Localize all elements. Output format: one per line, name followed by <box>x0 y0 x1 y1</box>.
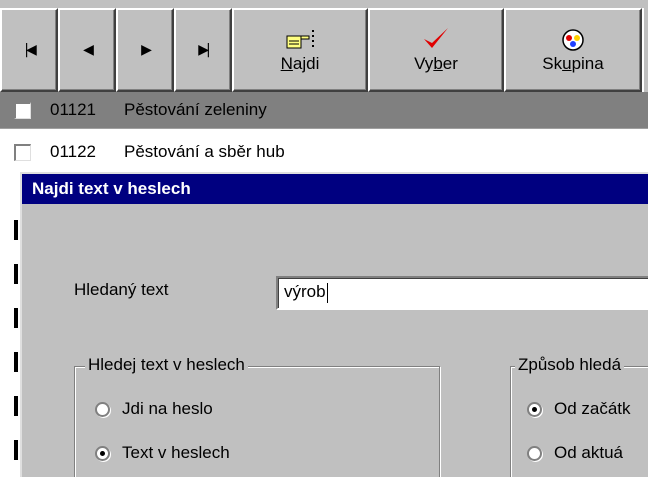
previous-record-icon: ◀ <box>83 42 94 58</box>
search-method-group: Způsob hledá Od začátk Od aktuá <box>510 355 648 477</box>
first-record-button[interactable]: |◀ <box>0 8 58 92</box>
row-checkbox[interactable] <box>14 143 31 161</box>
row-code: 01122 <box>50 142 97 161</box>
row-name: Pěstování a sběr hub <box>124 142 285 161</box>
search-input-value: výrob <box>284 282 326 301</box>
text-caret <box>326 282 328 303</box>
row-checkbox-stub <box>14 308 18 328</box>
radio-button[interactable] <box>527 401 542 417</box>
radio-label: Text v heslech <box>122 443 230 462</box>
radio-od-zacatku[interactable]: Od začátk <box>527 399 631 419</box>
row-name: Pěstování zeleniny <box>124 100 267 119</box>
dialog-title: Najdi text v heslech <box>32 179 191 198</box>
row-divider <box>0 128 648 129</box>
radio-text-v-heslech[interactable]: Text v heslech <box>95 443 230 463</box>
vyber-button[interactable]: Vyber <box>368 8 504 92</box>
last-record-icon: ▶| <box>198 42 211 58</box>
next-record-icon: ▶ <box>141 42 152 58</box>
najdi-button[interactable]: Najdi <box>232 8 368 92</box>
radio-button[interactable] <box>95 445 110 461</box>
radio-button[interactable] <box>95 401 110 417</box>
radio-label: Jdi na heslo <box>122 399 213 418</box>
last-record-button[interactable]: ▶| <box>174 8 232 92</box>
row-checkbox-stub <box>14 396 18 416</box>
pointing-hand-icon <box>285 26 315 52</box>
search-method-legend: Způsob hledá <box>515 355 625 375</box>
radio-od-aktualniho[interactable]: Od aktuá <box>527 443 623 463</box>
row-checkbox-stub <box>14 440 18 460</box>
row-checkbox[interactable] <box>14 101 31 119</box>
toolbar-edge <box>642 8 648 92</box>
radio-jdi-na-heslo[interactable]: Jdi na heslo <box>95 399 213 419</box>
search-label: Hledaný text <box>74 280 169 299</box>
group-icon <box>560 26 586 52</box>
row-checkbox-stub <box>14 264 18 284</box>
row-code: 01121 <box>50 100 97 119</box>
search-mode-legend: Hledej text v heslech <box>85 355 248 375</box>
vyber-label: Vyber <box>414 54 458 73</box>
row-checkbox-stub <box>14 352 18 372</box>
list-item[interactable]: 01121 Pěstování zeleniny <box>0 92 648 128</box>
toolbar: |◀ ◀ ▶ ▶| Najdi Vyber Skupina <box>0 0 648 92</box>
list-item[interactable]: 01122 Pěstování a sběr hub <box>0 134 648 170</box>
radio-button[interactable] <box>527 445 542 461</box>
skupina-label: Skupina <box>542 54 604 73</box>
search-mode-group: Hledej text v heslech Jdi na heslo Text … <box>74 355 440 477</box>
radio-label: Od aktuá <box>554 443 623 462</box>
next-record-button[interactable]: ▶ <box>116 8 174 92</box>
previous-record-button[interactable]: ◀ <box>58 8 116 92</box>
najdi-label: Najdi <box>280 54 320 73</box>
skupina-button[interactable]: Skupina <box>504 8 642 92</box>
checkmark-icon <box>421 26 451 52</box>
dialog-titlebar[interactable]: Najdi text v heslech <box>22 174 648 204</box>
first-record-icon: |◀ <box>24 42 37 58</box>
find-dialog: Najdi text v heslech Hledaný text výrob … <box>20 172 648 477</box>
radio-label: Od začátk <box>554 399 631 418</box>
search-input[interactable]: výrob <box>276 276 648 310</box>
row-checkbox-stub <box>14 220 18 240</box>
